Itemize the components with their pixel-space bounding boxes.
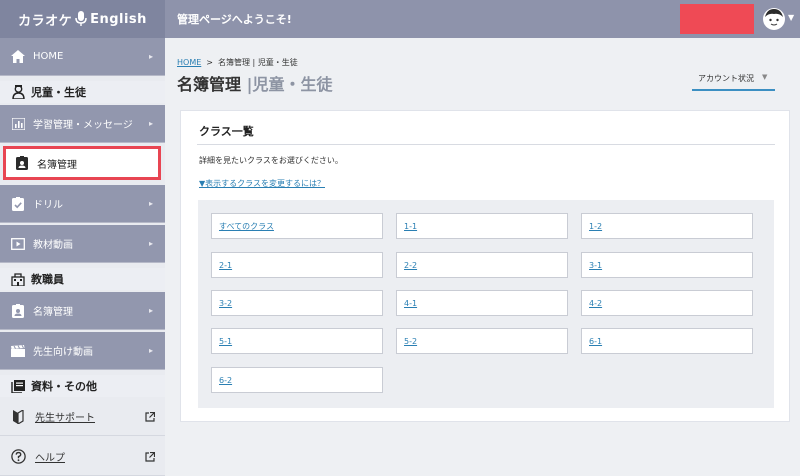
redacted-user-name xyxy=(680,4,754,34)
checklist-icon xyxy=(10,196,26,212)
chevron-down-icon: ▼ xyxy=(762,73,768,81)
class-button-all[interactable]: すべてのクラス xyxy=(211,213,383,239)
section-label: 児童・生徒 xyxy=(31,86,86,99)
class-button-5-2[interactable]: 5-2 xyxy=(396,328,568,354)
class-button-1-2[interactable]: 1-2 xyxy=(581,213,753,239)
sidebar-item-label: HOME xyxy=(33,51,64,62)
sidebar-item-label: 教材動画 xyxy=(33,240,73,251)
account-status-label: アカウント状況 xyxy=(698,74,754,83)
id-badge-icon xyxy=(14,155,30,171)
page-title-main: 名簿管理 xyxy=(177,75,242,94)
breadcrumb-current: 名簿管理 | 児童・生徒 xyxy=(217,58,298,67)
class-button-3-1[interactable]: 3-1 xyxy=(581,252,753,278)
sidebar-item-label: 先生向け動画 xyxy=(33,347,93,358)
class-button-3-2[interactable]: 3-2 xyxy=(211,290,383,316)
class-button-4-2[interactable]: 4-2 xyxy=(581,290,753,316)
sidebar-item-label: 先生サポート xyxy=(35,413,95,424)
brand-prefix: カラオケ xyxy=(18,13,73,29)
beginner-mark-icon xyxy=(10,409,26,425)
section-label: 資料・その他 xyxy=(31,380,97,393)
sidebar-item-roster[interactable]: 名簿管理 xyxy=(3,146,161,180)
sidebar-item-label: ヘルプ xyxy=(35,453,65,464)
section-staff: 教職員 xyxy=(0,268,165,290)
class-grid: すべてのクラス 1-1 1-2 2-1 2-2 3-1 3-2 4-1 4-2 … xyxy=(198,200,774,408)
sidebar-item-teacher-video[interactable]: 先生向け動画 ▸ xyxy=(0,332,165,370)
card-description: 詳細を見たいクラスをお選びください。 xyxy=(199,156,343,165)
sidebar-item-home[interactable]: HOME ▸ xyxy=(0,38,165,76)
external-link-icon xyxy=(145,451,156,462)
breadcrumb: HOME > 名簿管理 | 児童・生徒 xyxy=(177,57,298,68)
brand-logo[interactable]: カラオケ English xyxy=(0,0,165,38)
section-label: 教職員 xyxy=(31,273,64,286)
section-docs: 資料・その他 xyxy=(0,375,165,397)
class-button-6-1[interactable]: 6-1 xyxy=(581,328,753,354)
sidebar-item-label: 名簿管理 xyxy=(33,307,73,318)
section-students: 児童・生徒 xyxy=(0,81,165,103)
chevron-right-icon: ▸ xyxy=(148,239,153,248)
sidebar-item-drill[interactable]: ドリル ▸ xyxy=(0,185,165,223)
page-title: 名簿管理 |児童・生徒 xyxy=(177,71,332,95)
external-link-icon xyxy=(145,411,156,422)
chevron-right-icon: ▸ xyxy=(148,52,153,61)
sidebar-item-video[interactable]: 教材動画 ▸ xyxy=(0,225,165,263)
sidebar-item-support[interactable]: 先生サポート xyxy=(0,398,165,436)
sidebar-item-label: 学習管理・メッセージ xyxy=(33,120,133,131)
chevron-down-icon[interactable]: ▼ xyxy=(788,13,794,22)
building-icon xyxy=(11,272,25,286)
class-button-2-2[interactable]: 2-2 xyxy=(396,252,568,278)
help-icon xyxy=(10,449,26,465)
clapperboard-icon xyxy=(10,343,26,359)
brand-suffix: English xyxy=(90,11,147,27)
chevron-right-icon: ▸ xyxy=(148,346,153,355)
page-title-sub: 児童・生徒 xyxy=(252,75,333,94)
sidebar-item-label: ドリル xyxy=(33,200,63,211)
sidebar-item-study[interactable]: 学習管理・メッセージ ▸ xyxy=(0,105,165,143)
class-button-4-1[interactable]: 4-1 xyxy=(396,290,568,316)
divider xyxy=(197,144,775,145)
card-title: クラス一覧 xyxy=(199,125,254,138)
class-button-2-1[interactable]: 2-1 xyxy=(211,252,383,278)
chevron-right-icon: ▸ xyxy=(148,306,153,315)
change-classes-link[interactable]: ▼表示するクラスを変更するには？ xyxy=(199,178,325,189)
chevron-right-icon: ▸ xyxy=(148,199,153,208)
class-button-1-1[interactable]: 1-1 xyxy=(396,213,568,239)
home-icon xyxy=(10,49,26,65)
id-badge-icon xyxy=(10,303,26,319)
class-list-card: クラス一覧 詳細を見たいクラスをお選びください。 ▼表示するクラスを変更するには… xyxy=(180,110,790,422)
class-button-5-1[interactable]: 5-1 xyxy=(211,328,383,354)
student-icon xyxy=(11,85,25,99)
chart-icon xyxy=(10,116,26,132)
class-button-6-2[interactable]: 6-2 xyxy=(211,367,383,393)
chevron-right-icon: ▸ xyxy=(148,119,153,128)
welcome-message: 管理ページへようこそ! xyxy=(177,13,292,26)
sidebar-item-help[interactable]: ヘルプ xyxy=(0,438,165,476)
sidebar-item-label: 名簿管理 xyxy=(37,159,77,171)
breadcrumb-home-link[interactable]: HOME xyxy=(177,58,201,67)
sidebar-item-staff-roster[interactable]: 名簿管理 ▸ xyxy=(0,292,165,330)
microphone-icon xyxy=(74,11,88,27)
video-player-icon xyxy=(10,236,26,252)
documents-icon xyxy=(11,379,25,393)
breadcrumb-separator: > xyxy=(206,58,213,67)
avatar[interactable] xyxy=(762,7,786,31)
account-status-dropdown[interactable]: アカウント状況 ▼ xyxy=(692,73,775,91)
